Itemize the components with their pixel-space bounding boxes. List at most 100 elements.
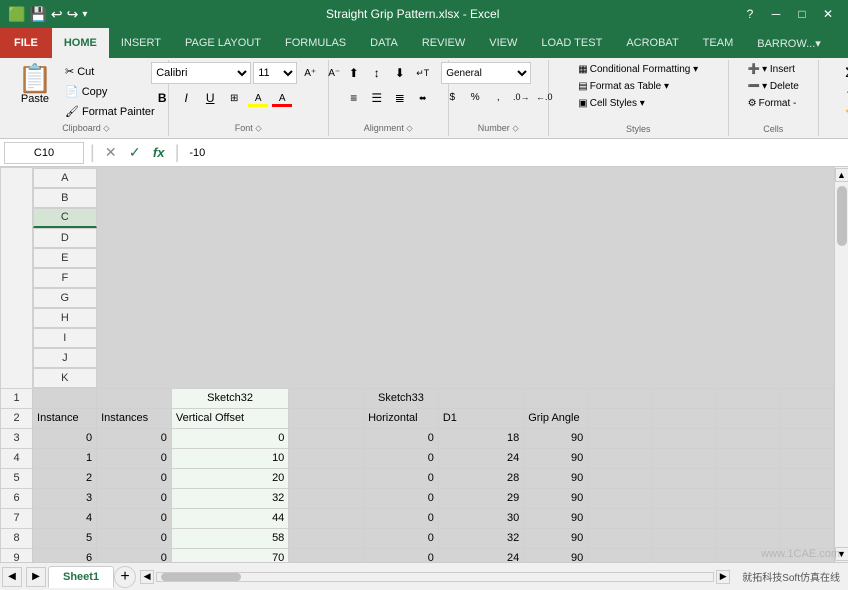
cell[interactable] <box>524 388 588 408</box>
cell[interactable]: 90 <box>524 468 588 488</box>
cell[interactable]: 2 <box>33 468 97 488</box>
cell[interactable]: 0 <box>364 488 439 508</box>
cell[interactable] <box>780 388 834 408</box>
redo-icon[interactable]: ↪ <box>67 6 79 23</box>
increase-decimal-btn[interactable]: .0→ <box>510 86 532 108</box>
cell[interactable] <box>289 548 364 562</box>
cell[interactable]: 0 <box>171 428 288 448</box>
format-painter-button[interactable]: 🖌 Format Painter <box>60 102 160 121</box>
cell[interactable]: 90 <box>524 508 588 528</box>
col-header-F[interactable]: F <box>33 268 97 288</box>
cell[interactable] <box>716 388 780 408</box>
cell[interactable] <box>780 508 834 528</box>
cell[interactable] <box>716 468 780 488</box>
cell[interactable]: 32 <box>171 488 288 508</box>
cell[interactable] <box>652 488 716 508</box>
tab-load-test[interactable]: LOAD TEST <box>529 28 614 58</box>
cell[interactable]: 24 <box>438 548 523 562</box>
cell[interactable]: 18 <box>438 428 523 448</box>
sheet-tab-sheet1[interactable]: Sheet1 <box>48 566 114 588</box>
vertical-scrollbar[interactable]: ▲ ▼ <box>834 167 848 562</box>
cell[interactable] <box>780 488 834 508</box>
cell[interactable] <box>652 528 716 548</box>
cell[interactable]: 29 <box>438 488 523 508</box>
row-number-9[interactable]: 9 <box>1 548 33 562</box>
cell[interactable] <box>780 528 834 548</box>
format-as-table-button[interactable]: ▤ Format as Table ▾ <box>573 79 674 94</box>
cell[interactable]: 58 <box>171 528 288 548</box>
cell[interactable] <box>652 428 716 448</box>
row-number-1[interactable]: 1 <box>1 388 33 408</box>
cell[interactable]: 20 <box>171 468 288 488</box>
tab-page-layout[interactable]: PAGE LAYOUT <box>173 28 273 58</box>
cell[interactable] <box>780 428 834 448</box>
cell[interactable]: Grip Angle <box>524 408 588 428</box>
cell[interactable] <box>588 428 652 448</box>
col-header-G[interactable]: G <box>33 288 97 308</box>
cell[interactable]: 70 <box>171 548 288 562</box>
tab-formulas[interactable]: FORMULAS <box>273 28 358 58</box>
formula-input[interactable] <box>185 142 844 164</box>
cell[interactable]: 6 <box>33 548 97 562</box>
tab-acrobat[interactable]: ACROBAT <box>614 28 690 58</box>
clear-button[interactable]: 🧹 Clear ▾ <box>840 101 848 116</box>
cell-styles-button[interactable]: ▣ Cell Styles ▾ <box>573 96 650 111</box>
cell[interactable] <box>716 508 780 528</box>
scroll-sheets-left[interactable]: ◀ <box>2 567 22 587</box>
cell[interactable] <box>652 548 716 562</box>
col-header-H[interactable]: H <box>33 308 97 328</box>
tab-view[interactable]: VIEW <box>477 28 529 58</box>
align-right-button[interactable]: ≣ <box>389 87 411 109</box>
cell[interactable]: 30 <box>438 508 523 528</box>
help-button[interactable]: ? <box>738 4 762 24</box>
percent-button[interactable]: % <box>464 86 486 108</box>
font-size-select[interactable]: 11 <box>253 62 297 84</box>
comma-button[interactable]: , <box>487 86 509 108</box>
cell[interactable]: Instance <box>33 408 97 428</box>
cell[interactable] <box>652 388 716 408</box>
delete-button[interactable]: ➖ ▾ Delete <box>743 79 804 94</box>
cell[interactable] <box>652 508 716 528</box>
cell[interactable]: Sketch32 <box>171 388 288 408</box>
row-number-2[interactable]: 2 <box>1 408 33 428</box>
cell[interactable]: 90 <box>524 528 588 548</box>
maximize-button[interactable]: □ <box>790 4 814 24</box>
cell[interactable]: 0 <box>97 508 172 528</box>
fx-button[interactable]: fx <box>149 143 169 163</box>
cell[interactable] <box>289 468 364 488</box>
conditional-formatting-button[interactable]: ▦ Conditional Formatting ▾ <box>573 62 703 77</box>
cell[interactable]: Horizontal <box>364 408 439 428</box>
scroll-left-button[interactable]: ◀ <box>140 570 154 584</box>
cell[interactable]: Sketch33 <box>364 388 439 408</box>
cell[interactable] <box>716 408 780 428</box>
col-header-A[interactable]: A <box>33 168 97 188</box>
cell[interactable]: 0 <box>364 548 439 562</box>
underline-button[interactable]: U <box>199 87 221 109</box>
col-header-D[interactable]: D <box>33 228 97 248</box>
cell[interactable]: 4 <box>33 508 97 528</box>
col-header-I[interactable]: I <box>33 328 97 348</box>
row-number-4[interactable]: 4 <box>1 448 33 468</box>
cell[interactable]: 10 <box>171 448 288 468</box>
cell[interactable] <box>652 468 716 488</box>
cell[interactable] <box>438 388 523 408</box>
paste-button[interactable]: 📋 Paste <box>12 62 58 120</box>
formula-cancel-button[interactable]: ✕ <box>101 143 121 163</box>
col-header-K[interactable]: K <box>33 368 97 388</box>
cell[interactable] <box>652 448 716 468</box>
currency-button[interactable]: $ <box>441 86 463 108</box>
cell[interactable]: Vertical Offset <box>171 408 288 428</box>
cell[interactable]: 1 <box>33 448 97 468</box>
border-button[interactable]: ⊞ <box>223 87 245 109</box>
cell[interactable]: 5 <box>33 528 97 548</box>
cell[interactable] <box>780 448 834 468</box>
col-header-E[interactable]: E <box>33 248 97 268</box>
bold-button[interactable]: B <box>151 87 173 109</box>
cell[interactable]: 3 <box>33 488 97 508</box>
font-color-button[interactable]: A <box>271 87 293 109</box>
cell[interactable] <box>780 468 834 488</box>
tab-file[interactable]: FILE <box>0 28 52 58</box>
cell[interactable]: 44 <box>171 508 288 528</box>
cell[interactable] <box>588 468 652 488</box>
cell[interactable] <box>289 428 364 448</box>
